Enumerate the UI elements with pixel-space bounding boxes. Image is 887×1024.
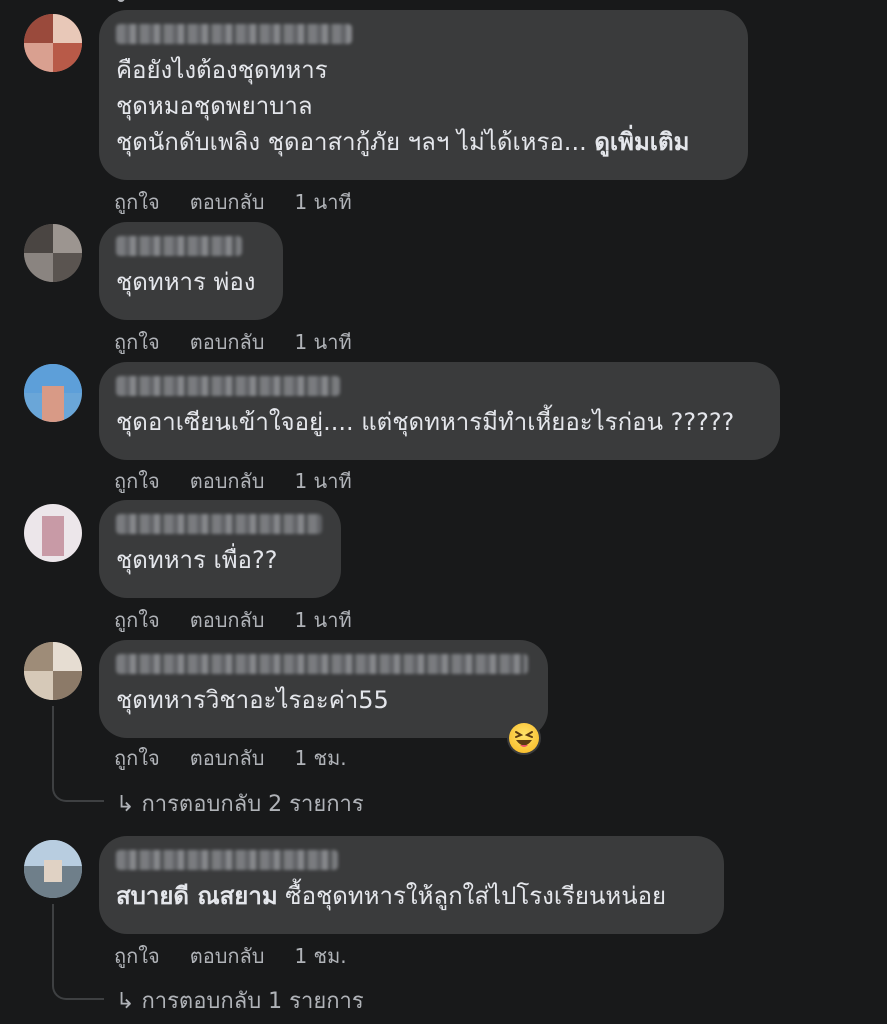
avatar[interactable] [24, 364, 82, 422]
avatar[interactable] [24, 504, 82, 562]
comment-text-line: ชุดทหาร พ่อง [116, 268, 256, 296]
laughing-squint-emoji-icon [509, 723, 539, 753]
comment-bubble: ชุดทหาร พ่อง [99, 222, 283, 320]
mentioned-user-link[interactable]: สบายดี ณสยาม [116, 882, 278, 910]
comment-text-line: ชุดทหาร เพื่อ?? [116, 546, 278, 574]
comment-text-line: คือยังไงต้องชุดทหาร [116, 56, 328, 84]
like-button[interactable]: ถูกใจ [114, 746, 160, 770]
comment-bubble: ชุดอาเซียนเข้าใจอยู่.... แต่ชุดทหารมีทำเ… [99, 362, 780, 460]
avatar[interactable] [24, 224, 82, 282]
timestamp[interactable]: 1 นาที [294, 330, 351, 354]
like-button[interactable]: ถูกใจ [114, 608, 160, 632]
timestamp[interactable]: 1 นาที [294, 469, 351, 493]
reply-button[interactable]: ตอบกลับ [190, 944, 265, 968]
avatar[interactable] [24, 14, 82, 72]
like-button[interactable]: ถูกใจ [114, 330, 160, 354]
timestamp[interactable]: 1 นาที [294, 608, 351, 632]
comment-actions: ถูกใจ ตอบกลับ 1 นาที [114, 186, 382, 218]
comment-actions: ถูกใจ ตอบกลับ 1 นาที [114, 326, 382, 358]
reply-thread-line [52, 904, 104, 1000]
avatar[interactable] [24, 840, 82, 898]
comment-actions: ถูกใจ ตอบกลับ 1 ชม. [114, 742, 377, 774]
reply-button[interactable]: ตอบกลับ [190, 330, 265, 354]
replies-count-label: การตอบกลับ 1 รายการ [141, 989, 364, 1014]
like-button[interactable]: ถูกใจ [114, 944, 160, 968]
reaction-badge[interactable] [507, 721, 541, 755]
timestamp[interactable]: 1 ชม. [294, 746, 346, 770]
commenter-name-blurred[interactable] [116, 24, 352, 44]
comment-text-line: ชุดหมอชุดพยาบาล [116, 92, 313, 120]
comment-actions: ถูกใจ ตอบกลับ 1 นาที [114, 465, 382, 497]
timestamp[interactable]: 1 นาที [294, 190, 351, 214]
commenter-name-blurred[interactable] [116, 850, 338, 870]
replies-count-label: การตอบกลับ 2 รายการ [141, 792, 364, 817]
timestamp[interactable]: 1 ชม. [294, 944, 346, 968]
comment-text-line: ชุดทหารวิชาอะไรอะค่า55 [116, 686, 389, 714]
see-more-link[interactable]: ดูเพิ่มเติม [594, 128, 689, 156]
comment-actions: ถูกใจ ตอบกลับ 1 นาที [114, 604, 382, 636]
view-replies-link[interactable]: ↳ การตอบกลับ 2 รายการ [116, 786, 364, 821]
reply-button[interactable]: ตอบกลับ [190, 746, 265, 770]
comment-text-line: ชุดอาเซียนเข้าใจอยู่.... แต่ชุดทหารมีทำเ… [116, 408, 735, 436]
comment-bubble: ชุดทหาร เพื่อ?? [99, 500, 341, 598]
comment-text-line: ชุดนักดับเพลิง ชุดอาสากู้ภัย ฯลฯ ไม่ได้เ… [116, 128, 690, 156]
reply-button[interactable]: ตอบกลับ [190, 469, 265, 493]
comment-text-line: สบายดี ณสยาม ซื้อชุดทหารให้ลูกใส่ไปโรงเร… [116, 882, 667, 910]
reply-arrow-icon: ↳ [116, 989, 135, 1014]
like-button[interactable]: ถูกใจ [114, 469, 160, 493]
reply-thread-line [52, 706, 104, 802]
commenter-name-blurred[interactable] [116, 236, 242, 256]
commenter-name-blurred[interactable] [116, 376, 340, 396]
comment-bubble: ชุดทหารวิชาอะไรอะค่า55 [99, 640, 548, 738]
reply-button[interactable]: ตอบกลับ [190, 608, 265, 632]
commenter-name-blurred[interactable] [116, 514, 322, 534]
avatar[interactable] [24, 642, 82, 700]
comment-actions: ถูกใจ ตอบกลับ 1 ชม. [114, 940, 377, 972]
commenter-name-blurred[interactable] [116, 654, 528, 674]
like-button[interactable]: ถูกใจ [114, 190, 160, 214]
view-replies-link[interactable]: ↳ การตอบกลับ 1 รายการ [116, 983, 364, 1018]
reply-button[interactable]: ตอบกลับ [190, 190, 265, 214]
reply-arrow-icon: ↳ [116, 792, 135, 817]
overflow-dot [117, 0, 125, 2]
comment-bubble: คือยังไงต้องชุดทหาร ชุดหมอชุดพยาบาล ชุดน… [99, 10, 748, 180]
comment-bubble: สบายดี ณสยาม ซื้อชุดทหารให้ลูกใส่ไปโรงเร… [99, 836, 724, 934]
